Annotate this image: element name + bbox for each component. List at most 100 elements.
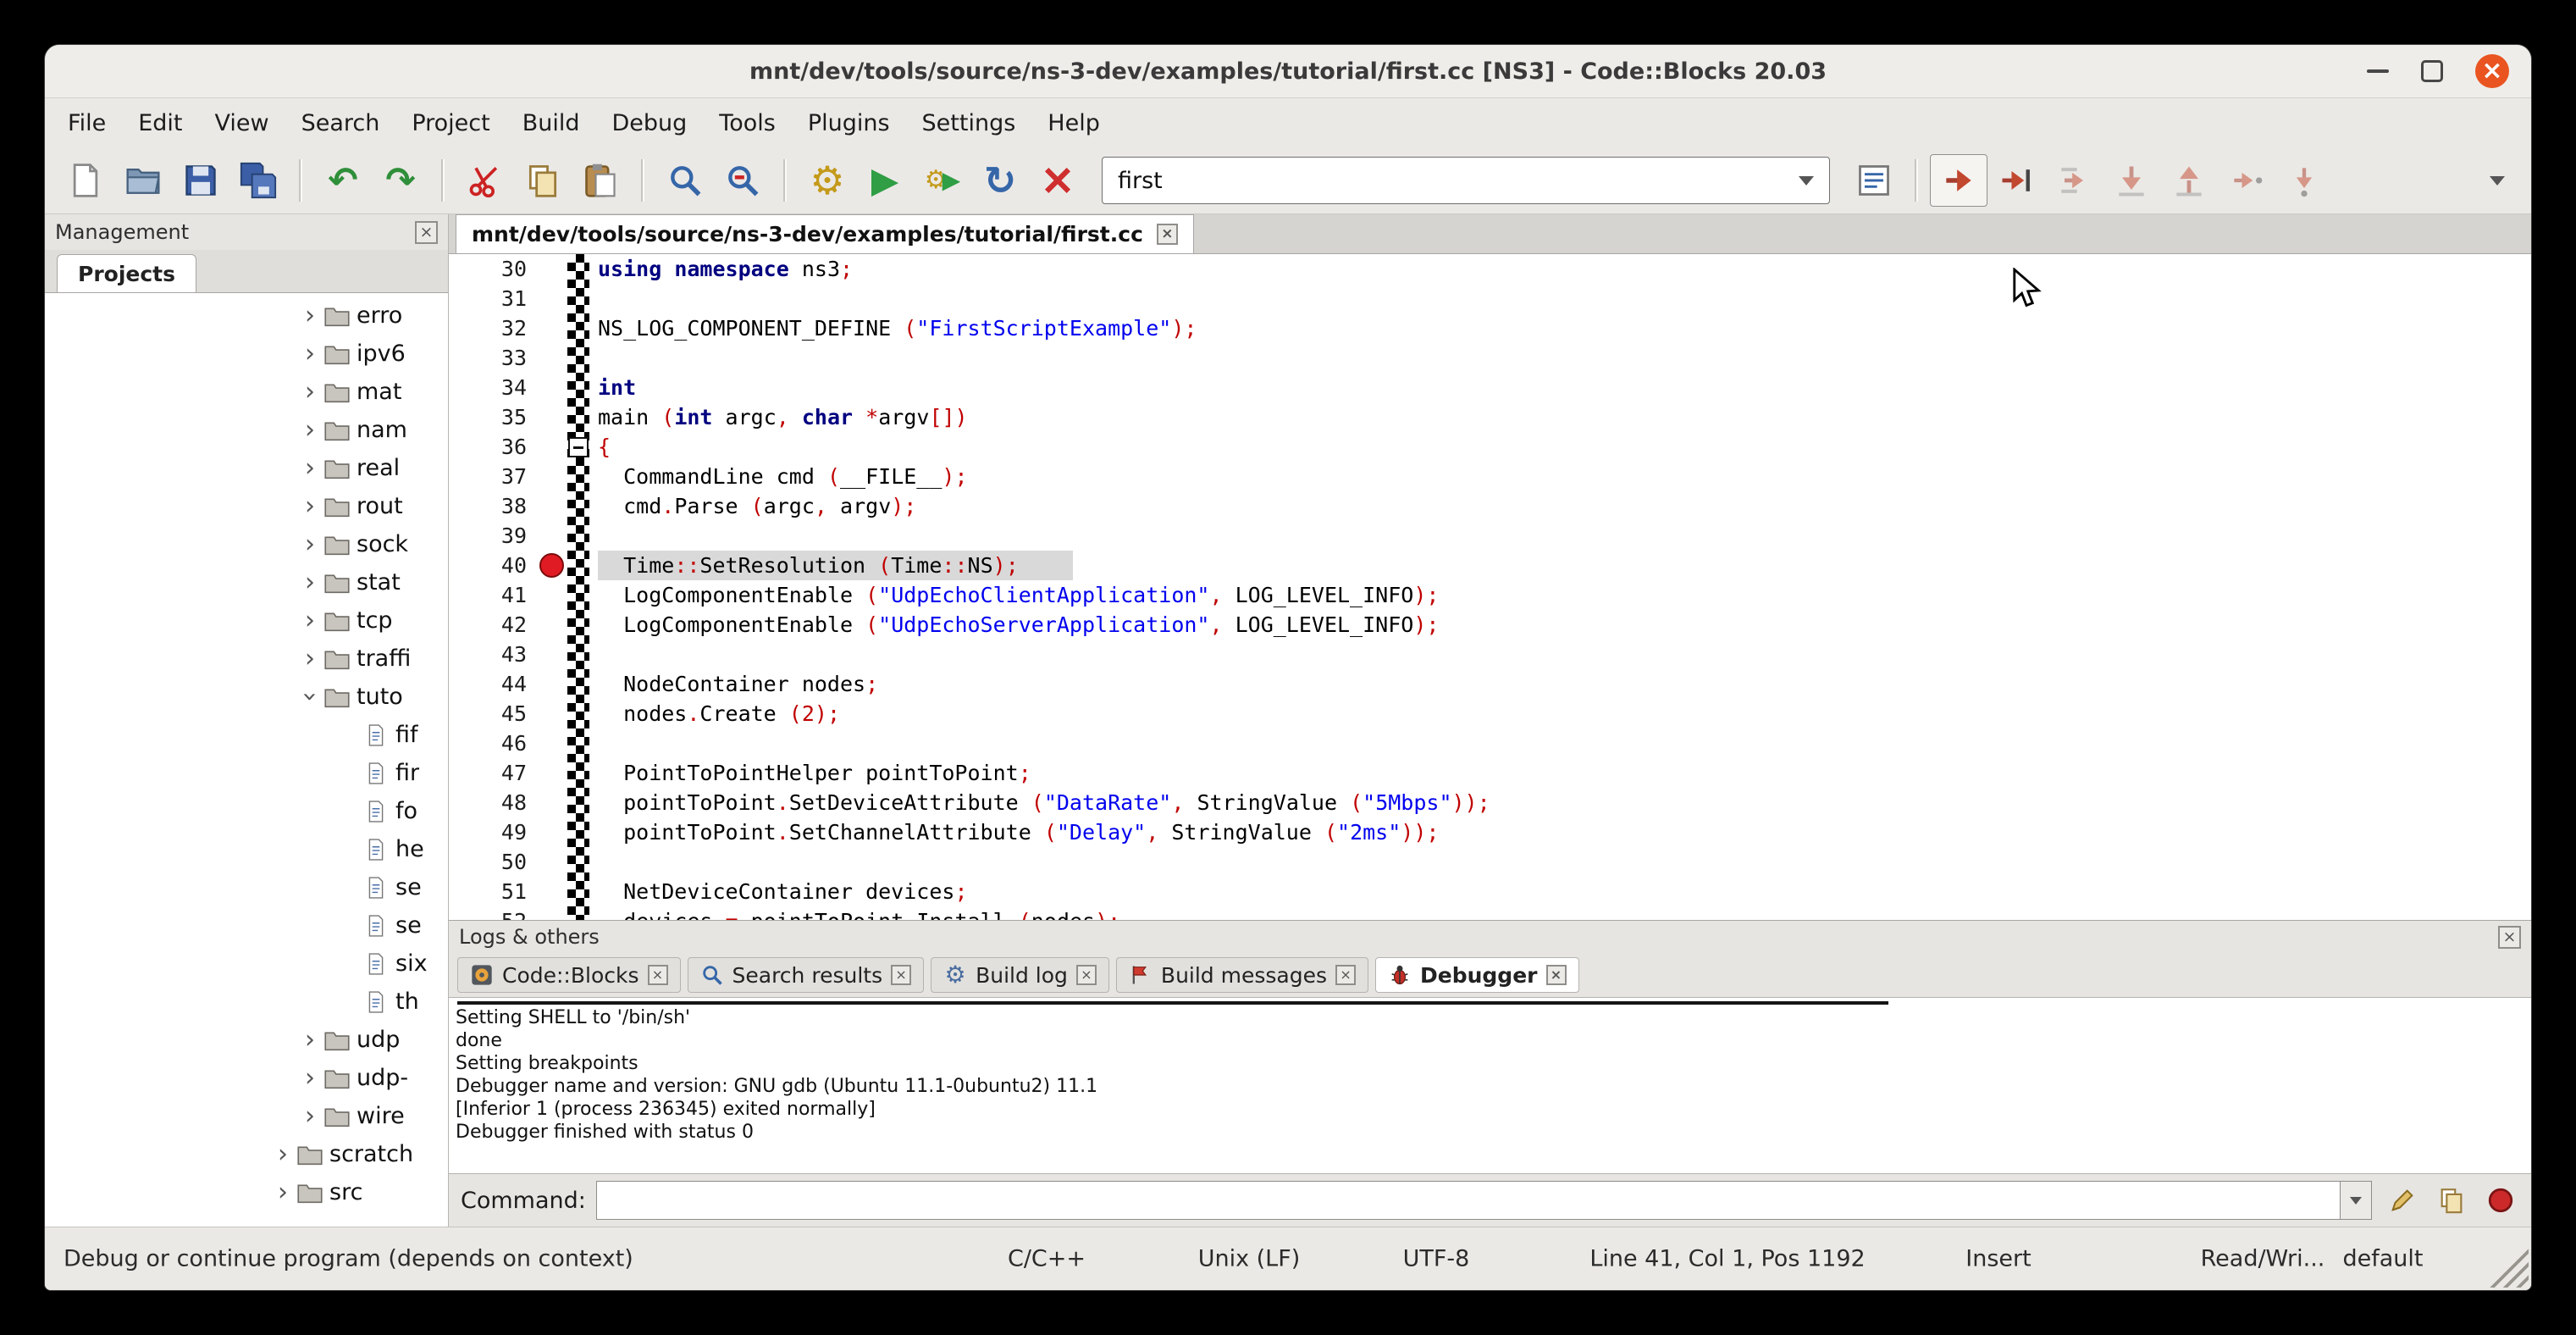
chevron-right-icon[interactable]: › [299, 377, 321, 407]
code-editor[interactable]: 3031323334353637383940414243444546474849… [449, 254, 2531, 920]
stop-debugger-button[interactable] [2482, 1182, 2519, 1219]
save-button[interactable] [172, 154, 229, 207]
code-pane[interactable]: using namespace ns3;NS_LOG_COMPONENT_DEF… [589, 254, 2531, 920]
step-into-instruction-button[interactable] [2275, 154, 2333, 207]
chevron-right-icon[interactable]: › [272, 1177, 294, 1207]
command-dropdown-button[interactable] [2340, 1181, 2372, 1220]
chevron-right-icon[interactable]: › [299, 568, 321, 597]
fold-margin[interactable] [567, 254, 589, 920]
build-button[interactable]: ⚙ [799, 154, 856, 207]
log-tab-close-button[interactable]: × [1076, 965, 1097, 985]
line-number-gutter[interactable]: 3031323334353637383940414243444546474849… [449, 254, 537, 920]
log-tab-code-blocks[interactable]: Code::Blocks× [457, 957, 681, 993]
chevron-right-icon[interactable]: › [299, 453, 321, 483]
tree-item-ipv6[interactable]: ›ipv6 [45, 335, 448, 373]
copy-output-button[interactable] [2433, 1182, 2470, 1219]
project-tree[interactable]: ›erro›ipv6›mat›nam›real›rout›sock›stat›t… [45, 293, 448, 1227]
toolbar-overflow-button[interactable] [2475, 154, 2519, 207]
chevron-right-icon[interactable]: › [299, 606, 321, 635]
chevron-right-icon[interactable]: › [299, 415, 321, 445]
tree-item-nam[interactable]: ›nam [45, 411, 448, 449]
find-button[interactable] [656, 154, 714, 207]
close-button[interactable]: × [2475, 54, 2509, 88]
run-button[interactable]: ▶ [856, 154, 914, 207]
next-line-button[interactable] [2045, 154, 2103, 207]
chevron-right-icon[interactable]: › [272, 1139, 294, 1169]
tree-item-mat[interactable]: ›mat [45, 373, 448, 411]
log-tab-search-results[interactable]: Search results× [688, 957, 925, 993]
log-tab-build-log[interactable]: ⚙Build log× [931, 957, 1109, 993]
tree-item-se[interactable]: se [45, 868, 448, 906]
log-tab-close-button[interactable]: × [648, 965, 668, 985]
menu-settings[interactable]: Settings [906, 98, 1032, 147]
tree-item-stat[interactable]: ›stat [45, 563, 448, 601]
breakpoint-icon[interactable] [539, 553, 564, 578]
menu-view[interactable]: View [198, 98, 285, 147]
log-tab-close-button[interactable]: × [1546, 965, 1567, 985]
menu-edit[interactable]: Edit [122, 98, 198, 147]
save-all-button[interactable] [229, 154, 287, 207]
tree-item-six[interactable]: six [45, 944, 448, 983]
new-file-button[interactable] [57, 154, 114, 207]
chevron-right-icon[interactable]: › [299, 644, 321, 673]
tree-item-fo[interactable]: fo [45, 792, 448, 830]
tree-item-th[interactable]: th [45, 983, 448, 1021]
undo-button[interactable]: ↶ [314, 154, 372, 207]
resize-grip[interactable] [2483, 1242, 2529, 1288]
fold-minus-icon[interactable] [568, 437, 589, 457]
tree-item-scratch[interactable]: ›scratch [45, 1135, 448, 1173]
rebuild-button[interactable]: ↻ [971, 154, 1029, 207]
menu-build[interactable]: Build [506, 98, 596, 147]
chevron-right-icon[interactable]: › [299, 1025, 321, 1055]
tree-item-tcp[interactable]: ›tcp [45, 601, 448, 640]
log-tab-close-button[interactable]: × [891, 965, 911, 985]
tree-item-rout[interactable]: ›rout [45, 487, 448, 525]
menu-file[interactable]: File [52, 98, 122, 147]
minimize-button[interactable] [2367, 69, 2389, 73]
chevron-right-icon[interactable]: › [299, 301, 321, 330]
tree-item-fif[interactable]: fif [45, 716, 448, 754]
tree-item-sock[interactable]: ›sock [45, 525, 448, 563]
abort-build-button[interactable] [1029, 154, 1086, 207]
find-replace-button[interactable] [714, 154, 771, 207]
maximize-button[interactable] [2421, 60, 2443, 82]
chevron-right-icon[interactable]: › [299, 529, 321, 559]
debug-continue-button[interactable] [1930, 154, 1987, 207]
paste-button[interactable] [572, 154, 629, 207]
log-tab-close-button[interactable]: × [1335, 965, 1356, 985]
management-close-button[interactable]: × [415, 221, 438, 244]
copy-button[interactable] [514, 154, 572, 207]
redo-button[interactable]: ↷ [372, 154, 429, 207]
titlebar[interactable]: mnt/dev/tools/source/ns-3-dev/examples/t… [45, 45, 2531, 98]
menu-search[interactable]: Search [285, 98, 396, 147]
command-input[interactable] [596, 1181, 2340, 1220]
menu-debug[interactable]: Debug [596, 98, 704, 147]
menu-help[interactable]: Help [1031, 98, 1116, 147]
tree-item-wire[interactable]: ›wire [45, 1097, 448, 1135]
open-folder-button[interactable] [114, 154, 172, 207]
tab-projects[interactable]: Projects [57, 254, 196, 292]
pencil-button[interactable] [2384, 1182, 2421, 1219]
breakpoint-margin[interactable] [537, 254, 567, 920]
search-combobox[interactable]: first [1102, 157, 1830, 204]
logs-close-button[interactable]: × [2498, 926, 2521, 949]
chevron-right-icon[interactable]: › [299, 491, 321, 521]
log-tab-debugger[interactable]: Debugger× [1375, 957, 1578, 993]
tree-item-udp-[interactable]: ›udp- [45, 1059, 448, 1097]
tree-item-he[interactable]: he [45, 830, 448, 868]
build-and-run-button[interactable]: ⚙▶ [914, 154, 971, 207]
tree-item-real[interactable]: ›real [45, 449, 448, 487]
debugger-output[interactable]: Setting SHELL to '/bin/sh'doneSetting br… [449, 998, 2531, 1173]
run-to-cursor-button[interactable] [1987, 154, 2045, 207]
debugging-windows-button[interactable] [1845, 154, 1903, 207]
menu-plugins[interactable]: Plugins [792, 98, 906, 147]
tree-item-traffi[interactable]: ›traffi [45, 640, 448, 678]
tree-item-se[interactable]: se [45, 906, 448, 944]
combobox-chevron-down-icon[interactable] [1799, 176, 1814, 186]
log-tab-build-messages[interactable]: Build messages× [1116, 957, 1368, 993]
menu-project[interactable]: Project [395, 98, 506, 147]
step-into-button[interactable] [2103, 154, 2160, 207]
chevron-down-icon[interactable]: › [296, 686, 325, 708]
cut-button[interactable] [456, 154, 514, 207]
editor-tab-close-button[interactable]: × [1157, 224, 1178, 245]
